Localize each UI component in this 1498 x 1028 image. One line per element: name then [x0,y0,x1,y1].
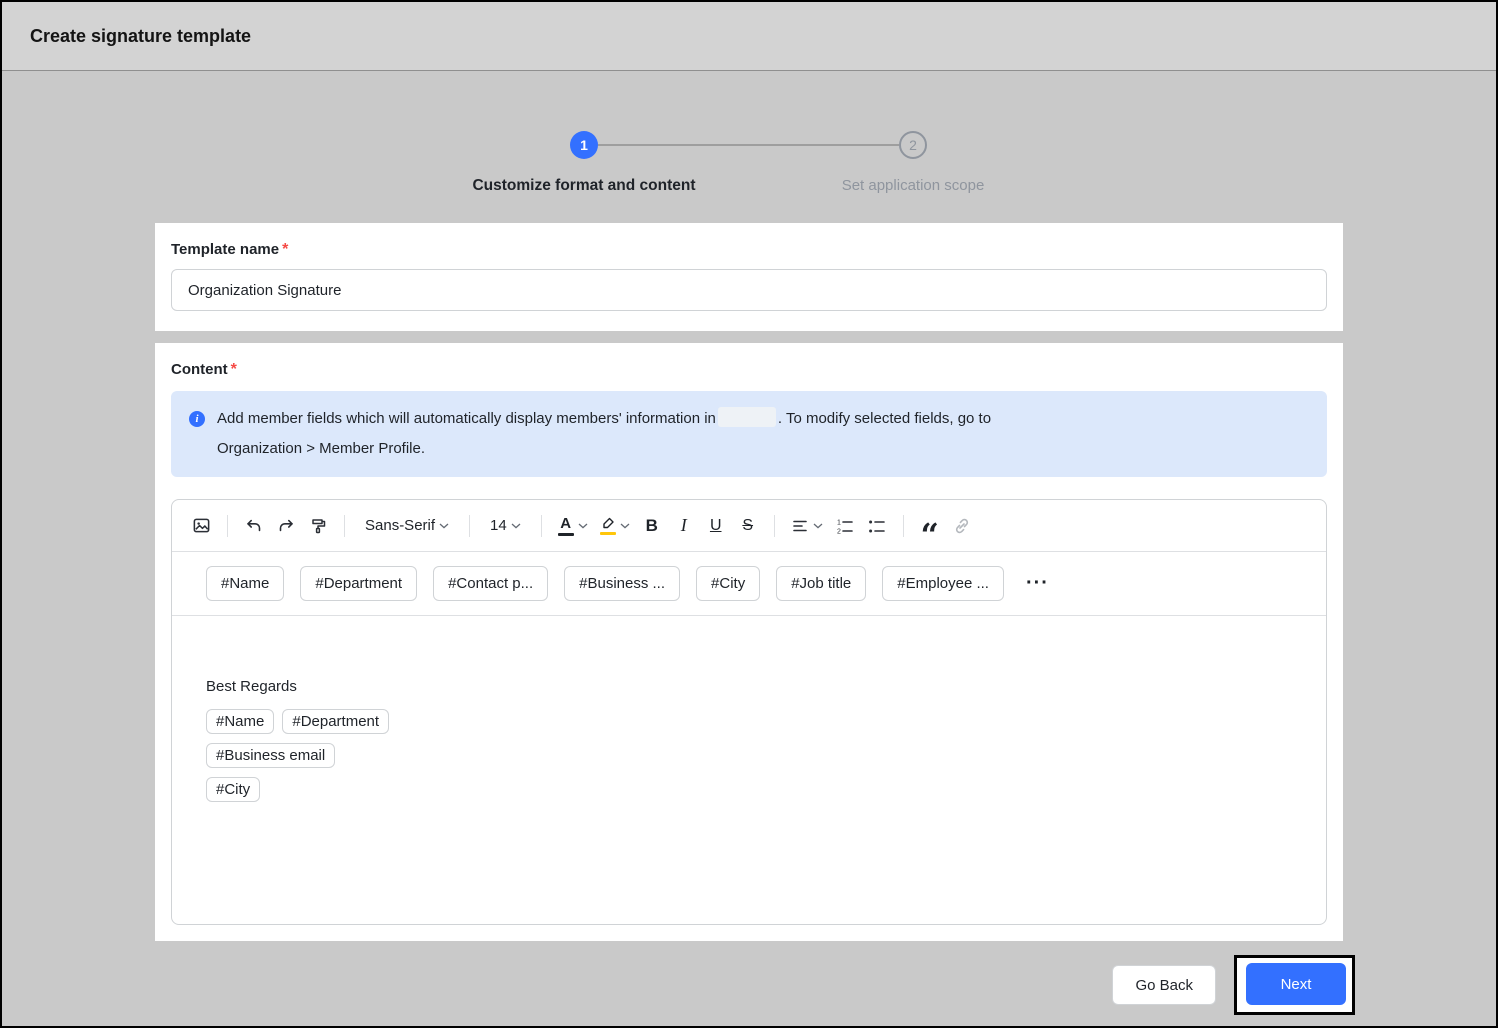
toolbar-divider [344,515,345,537]
ordered-list-icon: 12 [835,517,854,535]
step-1-label: Customize format and content [472,177,695,195]
undo-button[interactable] [239,510,269,542]
next-button[interactable]: Next [1246,963,1346,1005]
highlight-color-button[interactable] [595,510,635,542]
field-chip-job-title[interactable]: #Job title [776,566,866,601]
field-chip-name[interactable]: #Name [206,566,284,601]
insert-image-button[interactable] [186,510,216,542]
italic-button[interactable]: I [669,510,699,542]
info-banner: i Add member fields which will automatic… [171,391,1327,477]
inserted-field-chip[interactable]: #Business email [206,743,335,768]
info-text-line2: Organization > Member Profile. [217,440,425,457]
redo-button[interactable] [271,510,301,542]
template-name-card: Template name* [155,223,1343,331]
editor-text-line: Best Regards [206,678,1310,695]
content-label: Content [171,361,228,378]
inserted-field-chip[interactable]: #Department [282,709,389,734]
format-painter-icon [309,517,327,535]
font-family-select[interactable]: Sans-Serif [356,510,458,542]
svg-text:1: 1 [837,519,841,526]
content-card: Content* i Add member fields which will … [155,343,1343,941]
chevron-down-icon [439,523,449,529]
template-name-label-row: Template name* [171,241,1327,259]
inserted-field-chip[interactable]: #City [206,777,260,802]
quote-button[interactable]: “ [915,510,945,542]
bullet-list-button[interactable] [862,510,892,542]
field-chip-business[interactable]: #Business ... [564,566,680,601]
highlight-color-icon [600,517,616,535]
toolbar-divider [227,515,228,537]
info-text: Add member fields which will automatical… [217,404,991,464]
text-color-button[interactable]: A [553,510,593,542]
bold-button[interactable]: B [637,510,667,542]
rich-text-editor: Sans-Serif 14 A [171,499,1327,925]
go-back-button[interactable]: Go Back [1112,965,1216,1005]
font-size-select[interactable]: 14 [481,510,530,542]
toolbar-divider [541,515,542,537]
step-2-circle: 2 [899,131,927,159]
chevron-down-icon [620,523,630,529]
more-fields-button[interactable]: ··· [1020,572,1055,595]
chevron-down-icon [578,523,588,529]
toolbar-divider [469,515,470,537]
toolbar-divider [903,515,904,537]
field-chip-employee[interactable]: #Employee ... [882,566,1004,601]
text-color-icon: A [558,516,574,536]
undo-icon [245,517,263,535]
create-signature-template-page: { "header": { "title": "Create signature… [0,0,1498,1028]
template-name-input[interactable] [171,269,1327,311]
info-text-after: . To modify selected fields, go to [778,410,991,427]
editor-toolbar: Sans-Serif 14 A [172,500,1326,552]
font-family-value: Sans-Serif [365,517,435,534]
field-chip-contact[interactable]: #Contact p... [433,566,548,601]
chevron-down-icon [511,523,521,529]
image-icon [192,516,211,535]
strikethrough-icon: S [742,517,753,535]
required-asterisk: * [282,241,288,258]
info-text-before: Add member fields which will automatical… [217,410,716,427]
info-icon: i [189,411,205,427]
italic-icon: I [681,515,687,536]
font-size-value: 14 [490,517,507,534]
stepper-connector [598,144,899,146]
editor-chip-row: #Name #Department [206,709,1310,734]
align-select[interactable] [786,510,828,542]
svg-text:2: 2 [837,528,841,535]
redacted-text [718,407,776,427]
member-field-chips: #Name #Department #Contact p... #Busines… [172,552,1326,616]
link-icon [953,517,971,535]
editor-chip-row: #Business email [206,743,1310,768]
underline-icon: U [710,517,722,535]
ordered-list-button[interactable]: 12 [830,510,860,542]
next-button-highlight: Next [1234,955,1355,1015]
bullet-list-icon [867,517,886,535]
chevron-down-icon [813,523,823,529]
bold-icon: B [646,516,658,536]
editor-content-area[interactable]: Best Regards #Name #Department #Business… [172,616,1326,924]
align-icon [791,517,809,535]
footer-actions: Go Back Next [155,955,1343,1015]
editor-chip-row: #City [206,777,1310,802]
format-painter-button[interactable] [303,510,333,542]
field-chip-department[interactable]: #Department [300,566,417,601]
required-asterisk: * [231,361,237,378]
link-button[interactable] [947,510,977,542]
strikethrough-button[interactable]: S [733,510,763,542]
step-2-label: Set application scope [842,177,985,194]
redo-icon [277,517,295,535]
step-1-circle: 1 [570,131,598,159]
stepper: 1 2 Customize format and content Set app… [2,71,1496,191]
dialog-header: Create signature template [2,2,1496,71]
inserted-field-chip[interactable]: #Name [206,709,274,734]
page-title: Create signature template [30,26,251,47]
template-name-label: Template name [171,241,279,258]
field-chip-city[interactable]: #City [696,566,760,601]
content-label-row: Content* [171,361,1327,379]
underline-button[interactable]: U [701,510,731,542]
toolbar-divider [774,515,775,537]
